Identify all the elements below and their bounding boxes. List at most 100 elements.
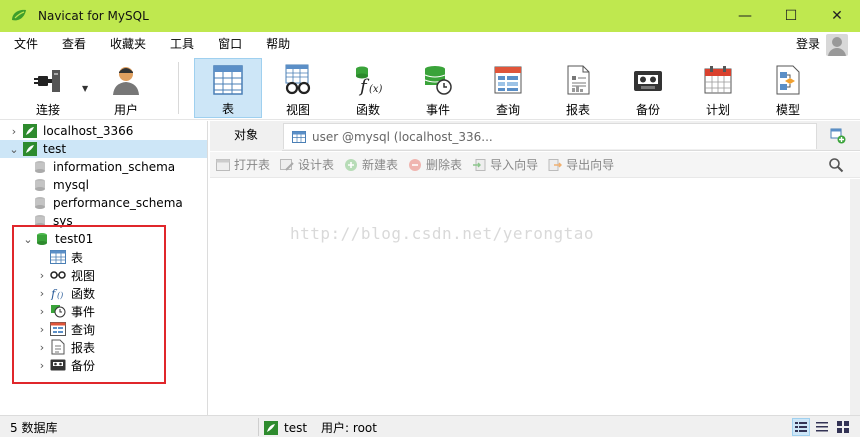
toolbar-separator [178,62,179,114]
grid-view-button[interactable] [792,418,810,436]
navicat-logo-icon [12,9,26,21]
status-connection: test 用户: root [264,419,377,436]
database-grey-icon [32,177,48,193]
account-avatar[interactable] [826,34,848,56]
mysql-connection-icon [22,141,38,157]
highlight-annotation-box [12,225,166,384]
status-bar: 5 数据库 test 用户: root [0,415,860,437]
model-icon [771,62,805,98]
close-button[interactable]: ✕ [814,0,860,32]
minimize-button[interactable]: — [722,0,768,32]
user-label: 用户 [113,103,138,117]
list-view-icon [816,422,828,432]
event-button[interactable]: 事件 [404,58,472,118]
model-button[interactable]: 模型 [754,58,822,118]
view-mode-switch [789,418,852,436]
query-button[interactable]: 查询 [474,58,542,118]
tree-db-mysql[interactable]: mysql [30,176,89,194]
event-label: 事件 [425,103,450,117]
status-user: 用户: root [321,421,377,435]
detail-view-button[interactable] [834,418,852,436]
schedule-calendar-icon [701,62,735,98]
schedule-button[interactable]: 计划 [684,58,752,118]
tab-user-query-label: user @mysql (localhost_336... [312,129,493,144]
backup-label: 备份 [635,103,660,117]
window-bottom-edge [0,437,860,445]
export-wizard-button[interactable]: 导出向导 [548,156,614,173]
function-icon: f (x) [351,62,385,98]
view-button[interactable]: 视图 [264,58,332,118]
mysql-connection-icon [22,123,38,139]
import-wizard-label: 导入向导 [490,158,539,172]
window-title: Navicat for MySQL [38,9,149,23]
connection-label: 连接 [35,103,60,117]
menu-favorites[interactable]: 收藏夹 [98,32,158,56]
delete-table-label: 删除表 [426,158,463,172]
expand-arrow-icon[interactable]: › [8,125,20,138]
collapse-arrow-icon[interactable]: ⌄ [8,143,20,156]
login-link[interactable]: 登录 [796,32,820,56]
tab-bar: 对象 user @mysql (localhost_336... [210,121,860,151]
tree-connection-label: localhost_3366 [43,124,134,138]
connection-button[interactable]: 连接 [14,58,82,118]
table-label: 表 [221,102,234,116]
menu-view[interactable]: 查看 [50,32,98,56]
search-icon[interactable] [828,157,844,173]
status-connection-name: test [284,420,308,435]
remove-icon [409,158,422,171]
open-table-button[interactable]: 打开表 [216,156,270,173]
new-table-button[interactable]: 新建表 [344,156,398,173]
tab-user-query[interactable]: user @mysql (localhost_336... [283,123,817,149]
report-button[interactable]: 报表 [544,58,612,118]
query-label: 查询 [495,103,520,117]
table-icon [292,130,306,143]
database-grey-icon [32,159,48,175]
database-grey-icon [32,195,48,211]
view-glasses-icon [281,62,315,98]
backup-button[interactable]: 备份 [614,58,682,118]
tree-db-performance-schema[interactable]: performance_schema [30,194,183,212]
design-table-icon [280,158,294,171]
watermark-text: http://blog.csdn.net/yerongtao [290,224,594,243]
user-icon [109,62,143,98]
status-divider [258,418,259,436]
tree-db-label: performance_schema [53,196,183,210]
tree-db-information-schema[interactable]: information_schema [30,158,175,176]
tree-connection-test[interactable]: ⌄ test [0,140,207,158]
backup-tape-icon [631,62,665,98]
add-icon [345,158,358,171]
maximize-button[interactable]: ☐ [768,0,814,32]
object-list-area[interactable] [210,179,850,415]
menu-window[interactable]: 窗口 [206,32,254,56]
database-count: 5 数据库 [10,421,58,435]
function-button[interactable]: f (x) 函数 [334,58,402,118]
query-icon [491,62,525,98]
menu-tools[interactable]: 工具 [158,32,206,56]
import-wizard-button[interactable]: 导入向导 [472,156,538,173]
table-button[interactable]: 表 [194,58,262,118]
design-table-button[interactable]: 设计表 [280,156,334,173]
menu-help[interactable]: 帮助 [254,32,302,56]
user-button[interactable]: 用户 [92,58,160,118]
connection-plug-icon [31,62,65,98]
list-view-button[interactable] [813,418,831,436]
tree-db-label: information_schema [53,160,176,174]
main-toolbar: 连接 ▼ 用户 表 视图 f (x) 函数 事件 查询 报表 备份 计划 模型 [0,56,860,120]
open-table-icon [216,158,230,171]
tree-db-label: mysql [53,178,89,192]
table-icon [211,63,245,97]
connection-dropdown-icon[interactable]: ▼ [82,84,88,93]
export-icon [548,158,563,171]
view-label: 视图 [285,103,310,117]
tree-connection-localhost[interactable]: › localhost_3366 [8,122,207,140]
export-wizard-label: 导出向导 [566,158,615,172]
vertical-scrollbar[interactable] [850,179,860,415]
new-tab-icon[interactable] [830,128,846,144]
mysql-connection-icon [264,420,278,435]
object-toolbar: 打开表 设计表 新建表 删除表 导入向导 导出向导 [210,152,860,178]
delete-table-button[interactable]: 删除表 [408,156,462,173]
event-clock-icon [421,62,455,98]
grid-view-icon [795,422,807,432]
menu-file[interactable]: 文件 [0,32,50,56]
tab-objects[interactable]: 对象 [210,121,282,151]
